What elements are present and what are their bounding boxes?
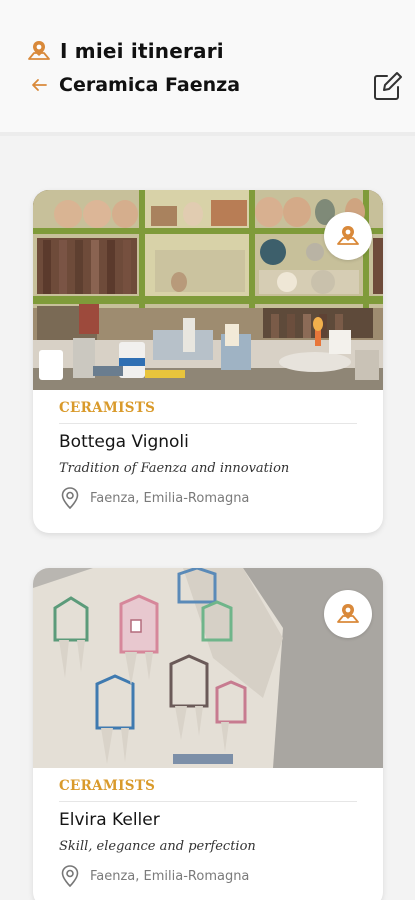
itinerary-title-row: Ceramica Faenza <box>30 74 240 96</box>
category-label: CERAMISTS <box>59 400 357 424</box>
add-to-itinerary-button[interactable] <box>324 590 372 638</box>
location-row: Faenza, Emilia-Romagna <box>59 486 357 510</box>
map-pin-icon <box>28 41 50 60</box>
app-header: I miei itinerari Ceramica Faenza <box>0 0 415 136</box>
location-text: Faenza, Emilia-Romagna <box>90 490 250 506</box>
add-to-itinerary-button[interactable] <box>324 212 372 260</box>
add-to-itinerary-icon <box>337 604 359 623</box>
place-card[interactable]: CERAMISTS Elvira Keller Skill, elegance … <box>33 568 383 900</box>
add-to-itinerary-icon <box>337 226 359 245</box>
place-name: Bottega Vignoli <box>59 432 189 452</box>
card-body: CERAMISTS Elvira Keller Skill, elegance … <box>33 768 383 888</box>
place-photo <box>33 190 383 390</box>
place-tagline: Skill, elegance and perfection <box>59 839 256 854</box>
app-title-row: I miei itinerari <box>26 38 224 64</box>
app-title: I miei itinerari <box>60 39 224 63</box>
back-arrow-icon[interactable] <box>30 76 48 94</box>
location-pin-icon <box>61 865 79 888</box>
place-card[interactable]: CERAMISTS Bottega Vignoli Tradition of F… <box>33 190 383 533</box>
category-label: CERAMISTS <box>59 778 357 802</box>
itinerary-title: Ceramica Faenza <box>59 74 241 96</box>
location-text: Faenza, Emilia-Romagna <box>90 868 250 884</box>
place-photo <box>33 568 383 768</box>
place-name: Elvira Keller <box>59 810 160 830</box>
place-tagline: Tradition of Faenza and innovation <box>59 461 290 476</box>
location-row: Faenza, Emilia-Romagna <box>59 864 357 888</box>
edit-icon[interactable] <box>370 70 404 104</box>
card-body: CERAMISTS Bottega Vignoli Tradition of F… <box>33 390 383 510</box>
location-pin-icon <box>61 487 79 510</box>
